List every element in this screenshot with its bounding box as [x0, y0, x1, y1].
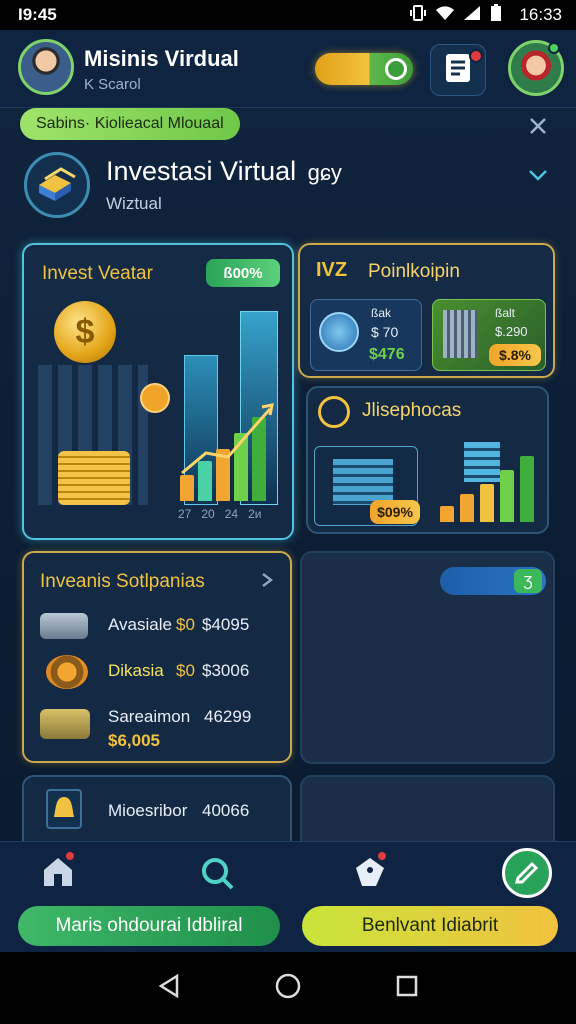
extra-amount: 40066: [202, 801, 250, 820]
truck-icon: [40, 709, 90, 739]
point-card[interactable]: IVZ Poinlkoipin ßak $ 70 $476 ßalt $.290…: [298, 243, 555, 378]
top-header: Misinis Virdual K Scarol: [0, 30, 576, 108]
notes-button[interactable]: [430, 44, 486, 96]
item-price: $0: [176, 615, 195, 634]
point-mini-card-1[interactable]: ßak $ 70 $476: [310, 299, 422, 371]
gauge-icon: [318, 396, 350, 428]
car-icon: [40, 613, 88, 639]
mini1-label: ßak: [371, 306, 392, 320]
side-panel: Ʒ: [300, 551, 555, 764]
system-nav-bar: [0, 952, 576, 1024]
axis-label: 2и: [248, 507, 262, 521]
point-card-title: Poinlkoipin: [368, 261, 460, 282]
mini1-value: $ 70: [371, 324, 399, 340]
primary-right-button[interactable]: Benlvant Idiabrit: [302, 906, 558, 946]
bell-icon: [46, 789, 82, 829]
side-toggle-knob: Ʒ: [514, 569, 542, 593]
app-screen: Misinis Virdual K Scarol Sabins· Kioliea…: [0, 30, 576, 952]
investment-subtitle: Wiztual: [106, 194, 162, 213]
investment-title-row: Investasi Virtual ɡɕу: [106, 156, 342, 187]
mini1-amount: $476: [369, 346, 405, 363]
tag-badge-dot: [376, 850, 388, 862]
mini2-badge: $.8%: [489, 344, 541, 366]
action-fab[interactable]: [502, 848, 552, 898]
extra-name: Mioesribor: [108, 801, 188, 820]
investment-title: Investasi Virtual: [106, 156, 297, 186]
jila-card[interactable]: Jlisephocas $09%: [306, 386, 549, 534]
primary-left-button[interactable]: Maris ohdourai Idbliral: [18, 906, 280, 946]
home-circle-icon[interactable]: [274, 972, 302, 1005]
mini2-value: $.290: [495, 324, 528, 339]
investment-title-suffix: ɡɕу: [307, 160, 342, 185]
vibrate-icon: [409, 4, 427, 27]
battery-icon: [489, 3, 503, 27]
signal-icon: [463, 5, 481, 26]
chevron-right-icon[interactable]: [260, 571, 274, 594]
jila-card-title: Jlisephocas: [362, 400, 462, 421]
coin-stack-icon: [58, 451, 130, 505]
item-sub-amount: $6,005: [108, 731, 160, 750]
status-bar: I9:45 16:33: [0, 0, 576, 30]
globe-icon: [319, 312, 359, 352]
growth-chart: [178, 401, 274, 501]
list-item[interactable]: Avasiale $0 $4095: [40, 609, 290, 645]
bottom-nav: Maris ohdourai Idbliral Benlvant Idiabri…: [0, 841, 576, 952]
item-amount: $4095: [202, 615, 250, 634]
mini2-label: ßalt: [495, 306, 516, 320]
header-toggle[interactable]: [315, 53, 413, 85]
wifi-icon: [435, 5, 455, 26]
item-amount: 46299: [204, 707, 252, 726]
point-mini-card-2[interactable]: ßalt $.290 $.8%: [432, 299, 546, 371]
small-coin-icon: [140, 383, 170, 413]
home-icon[interactable]: [40, 850, 76, 893]
side-toggle[interactable]: Ʒ: [440, 567, 546, 595]
header-subtitle: K Scarol: [84, 76, 141, 93]
companies-card[interactable]: Inveanis Sotlpanias Avasiale $0 $4095 Di…: [22, 551, 292, 763]
point-card-prefix: IVZ: [316, 259, 348, 281]
jila-chart: [440, 438, 540, 522]
item-price: $0: [176, 661, 195, 680]
invest-axis: 27 20 24 2и: [178, 507, 261, 521]
back-icon[interactable]: [157, 973, 181, 1004]
header-title: Misinis Virdual: [84, 46, 239, 71]
home-badge-dot: [64, 850, 76, 862]
close-icon[interactable]: [528, 116, 548, 141]
axis-label: 20: [201, 507, 215, 521]
companies-title: Inveanis Sotlpanias: [40, 571, 205, 592]
recents-icon[interactable]: [395, 974, 419, 1003]
investment-icon: [24, 152, 90, 218]
machine-icon: [443, 310, 477, 358]
invest-card[interactable]: Invest Veatar ß00% $ 27 20 24 2и: [22, 243, 294, 540]
category-chip[interactable]: Sabins· Kiolieacal Mlouaal: [20, 108, 240, 140]
item-amount: $3006: [202, 661, 250, 680]
search-icon[interactable]: [198, 854, 236, 897]
online-status-dot: [548, 42, 560, 54]
list-item[interactable]: Sareaimon 46299 $6,005: [40, 701, 290, 757]
invest-card-badge: ß00%: [206, 259, 280, 287]
axis-label: 27: [178, 507, 192, 521]
item-name: Sareaimon: [108, 707, 191, 726]
status-clock: 16:33: [519, 5, 562, 24]
axis-label: 24: [224, 507, 239, 521]
document-icon: [445, 53, 471, 88]
jila-badge: $09%: [370, 500, 420, 524]
edit-icon: [514, 858, 540, 889]
list-item[interactable]: Dikasia $0 $3006: [40, 655, 290, 691]
gear-icon: [46, 655, 88, 689]
invest-card-title: Invest Veatar: [42, 263, 153, 284]
item-name: Avasiale: [108, 615, 172, 634]
user-avatar[interactable]: [18, 39, 74, 95]
notification-dot: [469, 49, 483, 63]
tag-icon[interactable]: [352, 850, 388, 895]
status-time: I9:45: [18, 5, 57, 24]
item-name: Dikasia: [108, 661, 164, 680]
dollar-coin-icon: $: [54, 301, 116, 363]
chevron-down-icon[interactable]: [528, 168, 548, 187]
